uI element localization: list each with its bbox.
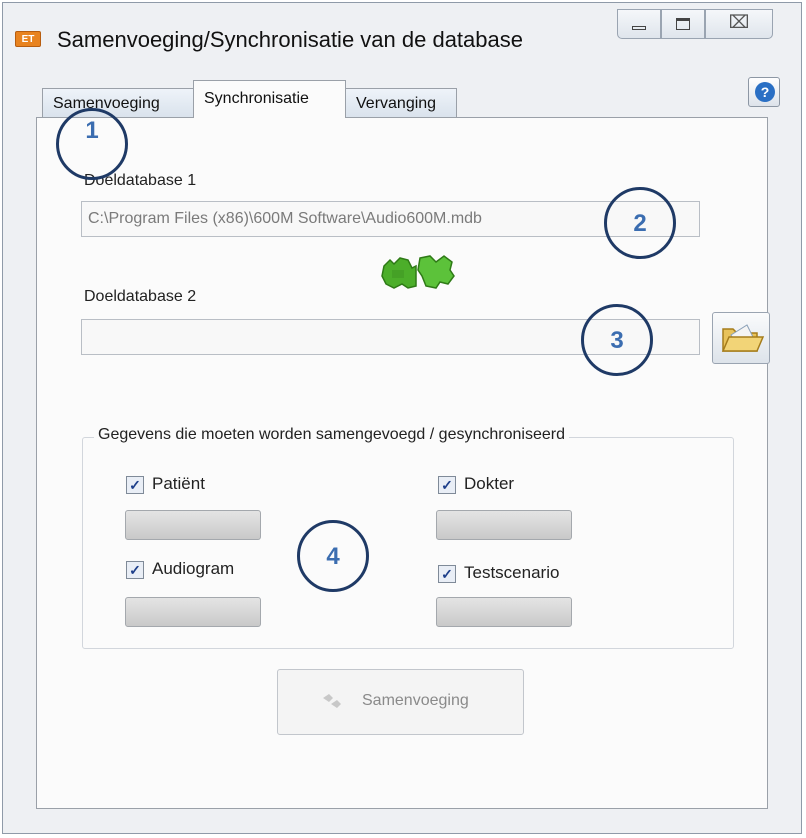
title-bar: ET Samenvoeging/Synchronisatie van de da…	[3, 3, 801, 65]
checkbox-audiogram[interactable]: ✓	[126, 561, 144, 579]
db2-label: Doeldatabase 2	[84, 288, 197, 305]
annotation-number-1: 1	[85, 117, 99, 144]
annotation-number-4: 4	[326, 543, 340, 570]
tab-vervanging[interactable]: Vervanging	[345, 88, 457, 118]
minimize-button[interactable]	[617, 9, 661, 39]
sync-icon	[381, 255, 455, 289]
help-button[interactable]: ?	[748, 77, 780, 107]
merge-icon	[323, 694, 341, 708]
checkbox-patient-label: Patiënt	[152, 474, 205, 493]
tab-synchronisatie[interactable]: Synchronisatie	[193, 80, 346, 118]
folder-icon	[721, 324, 765, 352]
help-icon: ?	[755, 82, 775, 102]
annotation-circle-4: 4	[297, 520, 369, 592]
close-icon: ⌧	[728, 12, 750, 32]
maximize-icon	[676, 18, 690, 30]
checkbox-testscenario[interactable]: ✓	[438, 565, 456, 583]
checkbox-dokter-label: Dokter	[464, 474, 515, 493]
group-legend: Gegevens die moeten worden samengevoegd …	[94, 426, 569, 444]
checkbox-patient[interactable]: ✓	[126, 476, 144, 494]
checkbox-audiogram-label: Audiogram	[152, 559, 235, 578]
merge-button-label: Samenvoeging	[362, 692, 469, 709]
tab-samenvoeging[interactable]: Samenvoeging	[42, 88, 194, 118]
progress-bar-dokter	[436, 510, 572, 540]
progress-bar-patient	[125, 510, 261, 540]
maximize-button[interactable]	[661, 9, 705, 39]
annotation-number-3: 3	[610, 327, 624, 354]
close-button[interactable]: ⌧	[705, 9, 773, 39]
checkbox-dokter[interactable]: ✓	[438, 476, 456, 494]
merge-button[interactable]: Samenvoeging	[277, 669, 524, 735]
app-icon: ET	[15, 31, 41, 47]
annotation-circle-3: 3	[581, 304, 653, 376]
minimize-icon	[632, 26, 646, 30]
progress-bar-testscenario	[436, 597, 572, 627]
annotation-circle-2: 2	[604, 187, 676, 259]
annotation-circle-1: 1	[56, 108, 128, 180]
progress-bar-audiogram	[125, 597, 261, 627]
checkbox-testscenario-label: Testscenario	[464, 563, 560, 582]
browse-button[interactable]	[712, 312, 770, 364]
window-title: Samenvoeging/Synchronisatie van de datab…	[57, 27, 523, 52]
annotation-number-2: 2	[633, 210, 647, 237]
